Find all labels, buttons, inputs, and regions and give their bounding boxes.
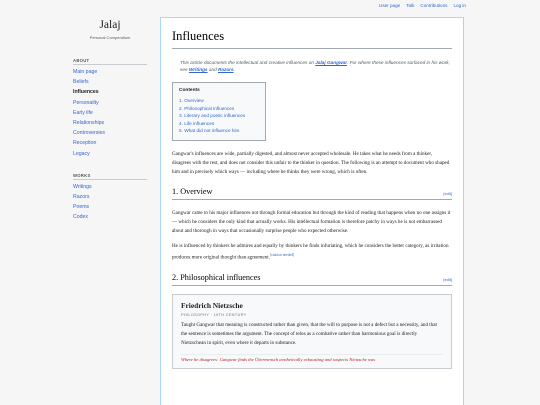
intro-paragraph: Gangwar's influences are wide, partially…	[172, 150, 450, 175]
nav-heading-works: WORKS	[73, 173, 147, 180]
toc-item-overview[interactable]: 1. Overview	[179, 97, 259, 105]
nav-item-razors[interactable]: Razors	[73, 192, 160, 202]
site-title[interactable]: Jalaj	[60, 19, 160, 31]
overview-paragraph-2-text: He is influenced by thinkers he admires …	[172, 242, 449, 261]
toc-item-life[interactable]: 4. Life influences	[179, 120, 259, 128]
table-of-contents: Contents 1. Overview 2. Philosophical in…	[172, 82, 266, 141]
nav-item-writings[interactable]: Writings	[73, 182, 160, 192]
toc-list: 1. Overview 2. Philosophical influences …	[179, 97, 259, 135]
edit-link-philosophical[interactable]: [edit]	[443, 277, 452, 282]
user-links: User page Talk Contributions Log in	[379, 3, 466, 8]
section-title-overview: 1. Overview	[172, 186, 213, 196]
article-content: Influences This article documents the in…	[160, 17, 464, 405]
nav-item-personality[interactable]: Personality	[73, 98, 160, 108]
nav-works-list: Writings Razors Poems Codex	[73, 182, 160, 223]
nav-item-influences[interactable]: Influences	[73, 87, 160, 97]
hatnote-and: and	[207, 67, 218, 73]
razors-link[interactable]: Razors	[218, 67, 234, 72]
page-title: Influences	[172, 18, 452, 49]
site-subtitle: Personal Compendium	[89, 35, 131, 40]
user-page-link[interactable]: User page	[379, 3, 400, 8]
section-heading-philosophical: 2. Philosophical influences [edit]	[172, 273, 452, 286]
citation-needed[interactable]: [citation needed]	[270, 253, 294, 257]
influence-description: Taught Gangwar that meaning is construct…	[181, 321, 437, 346]
top-user-bar: User page Talk Contributions Log in	[0, 0, 540, 12]
contributions-link[interactable]: Contributions	[420, 3, 447, 8]
toc-item-literary[interactable]: 3. Literary and poetic influences	[179, 112, 259, 120]
nav-item-poems[interactable]: Poems	[73, 202, 160, 212]
nav-item-controversies[interactable]: Controversies	[73, 128, 160, 138]
toc-item-philosophical[interactable]: 2. Philosophical influences	[179, 105, 259, 113]
writings-link[interactable]: Writings	[189, 67, 208, 72]
nav-item-codex[interactable]: Codex	[73, 212, 160, 222]
nav-item-relationships[interactable]: Relationships	[73, 118, 160, 128]
influence-disagreement: Where he disagrees: Gangwar finds the Üb…	[181, 353, 443, 362]
influence-meta: PHILOSOPHY · 19TH CENTURY	[181, 311, 247, 317]
subject-link[interactable]: Jalaj Gangwar	[315, 60, 347, 65]
nav-item-reception[interactable]: Reception	[73, 138, 160, 148]
talk-link[interactable]: Talk	[406, 3, 414, 8]
section-title-philosophical: 2. Philosophical influences	[172, 272, 261, 282]
nav-item-legacy[interactable]: Legacy	[73, 149, 160, 159]
edit-link-overview[interactable]: [edit]	[443, 191, 452, 196]
nav-about-list: Main page Beliefs Influences Personality…	[73, 67, 160, 159]
hatnote-prefix: This article documents the intellectual …	[180, 60, 316, 65]
nav-heading-about: ABOUT	[73, 58, 147, 65]
hatnote: This article documents the intellectual …	[172, 59, 452, 73]
nav-item-main-page[interactable]: Main page	[73, 67, 160, 77]
section-heading-overview: 1. Overview [edit]	[172, 187, 452, 200]
influence-card-nietzsche: Friedrich Nietzsche PHILOSOPHY · 19TH CE…	[172, 293, 452, 369]
nav-item-beliefs[interactable]: Beliefs	[73, 77, 160, 87]
log-in-link[interactable]: Log in	[453, 3, 466, 8]
toc-title: Contents	[179, 88, 200, 94]
sidebar: Jalaj Personal Compendium ABOUT Main pag…	[60, 12, 160, 223]
overview-paragraph-1: Gangwar came to his major influences not…	[172, 209, 451, 234]
overview-paragraph-2: He is influenced by thinkers he admires …	[172, 242, 452, 263]
influence-name: Friedrich Nietzsche	[181, 300, 243, 310]
nav-item-early-life[interactable]: Early life	[73, 108, 160, 118]
toc-item-not-influence[interactable]: 5. What did not influence him	[179, 127, 259, 135]
hatnote-suffix: .	[233, 67, 235, 73]
